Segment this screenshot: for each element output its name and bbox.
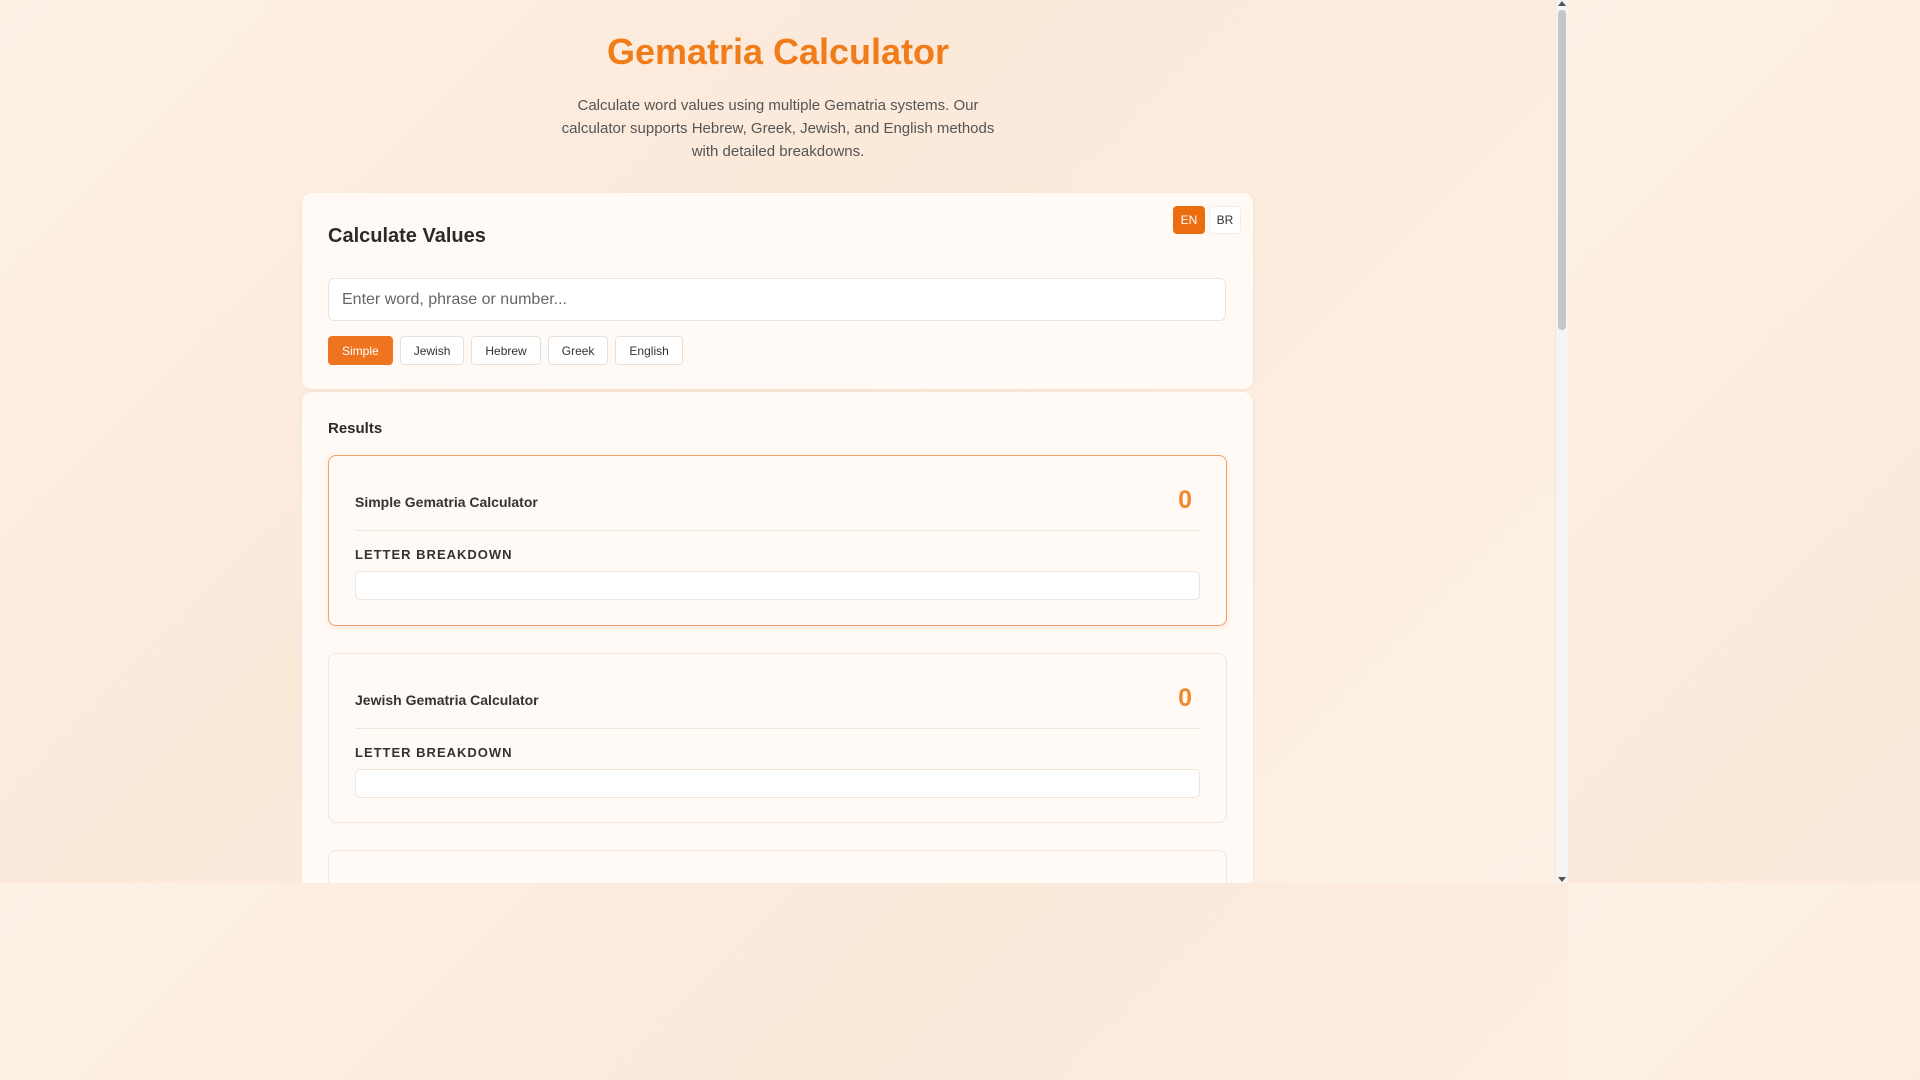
language-en-button[interactable]: EN (1173, 206, 1205, 234)
page-scrollbar[interactable] (1555, 0, 1568, 883)
header: Gematria Calculator Calculate word value… (0, 0, 1556, 163)
results-title: Results (328, 420, 383, 437)
result-header: Simple Gematria Calculator 0 (355, 456, 1200, 531)
method-selector: Simple Jewish Hebrew Greek English (328, 336, 683, 365)
page-title: Gematria Calculator (606, 31, 950, 72)
result-value: 0 (1178, 486, 1192, 514)
result-name: Simple Gematria Calculator (355, 494, 538, 510)
result-simple: Simple Gematria Calculator 0 LETTER BREA… (328, 455, 1227, 626)
results-card: Results Simple Gematria Calculator 0 LET… (302, 392, 1253, 883)
method-hebrew-button[interactable]: Hebrew (471, 336, 541, 365)
calculator-card: Calculate Values EN BR Simple Jewish Heb… (302, 193, 1253, 389)
result-value: 0 (1178, 684, 1192, 712)
letter-breakdown (355, 571, 1200, 600)
method-simple-button[interactable]: Simple (328, 336, 393, 365)
language-switcher: EN BR (1173, 206, 1241, 234)
method-english-button[interactable]: English (615, 336, 683, 365)
letter-breakdown (355, 769, 1200, 798)
page-subtitle: Calculate word values using multiple Gem… (561, 97, 995, 160)
language-br-button[interactable]: BR (1209, 206, 1241, 234)
result-next (328, 850, 1227, 883)
method-greek-button[interactable]: Greek (547, 336, 609, 365)
method-jewish-button[interactable]: Jewish (399, 336, 465, 365)
page: Gematria Calculator Calculate word value… (0, 0, 1556, 883)
breakdown-label: LETTER BREAKDOWN (355, 547, 513, 562)
result-jewish: Jewish Gematria Calculator 0 LETTER BREA… (328, 653, 1227, 823)
scrollbar-thumb[interactable] (1558, 10, 1566, 330)
breakdown-label: LETTER BREAKDOWN (355, 745, 513, 760)
calculator-title: Calculate Values (328, 225, 486, 247)
result-name: Jewish Gematria Calculator (355, 692, 539, 708)
scroll-down-icon[interactable] (1558, 877, 1566, 882)
scroll-up-icon[interactable] (1558, 1, 1566, 6)
word-input[interactable] (328, 278, 1226, 321)
result-header: Jewish Gematria Calculator 0 (355, 654, 1200, 729)
